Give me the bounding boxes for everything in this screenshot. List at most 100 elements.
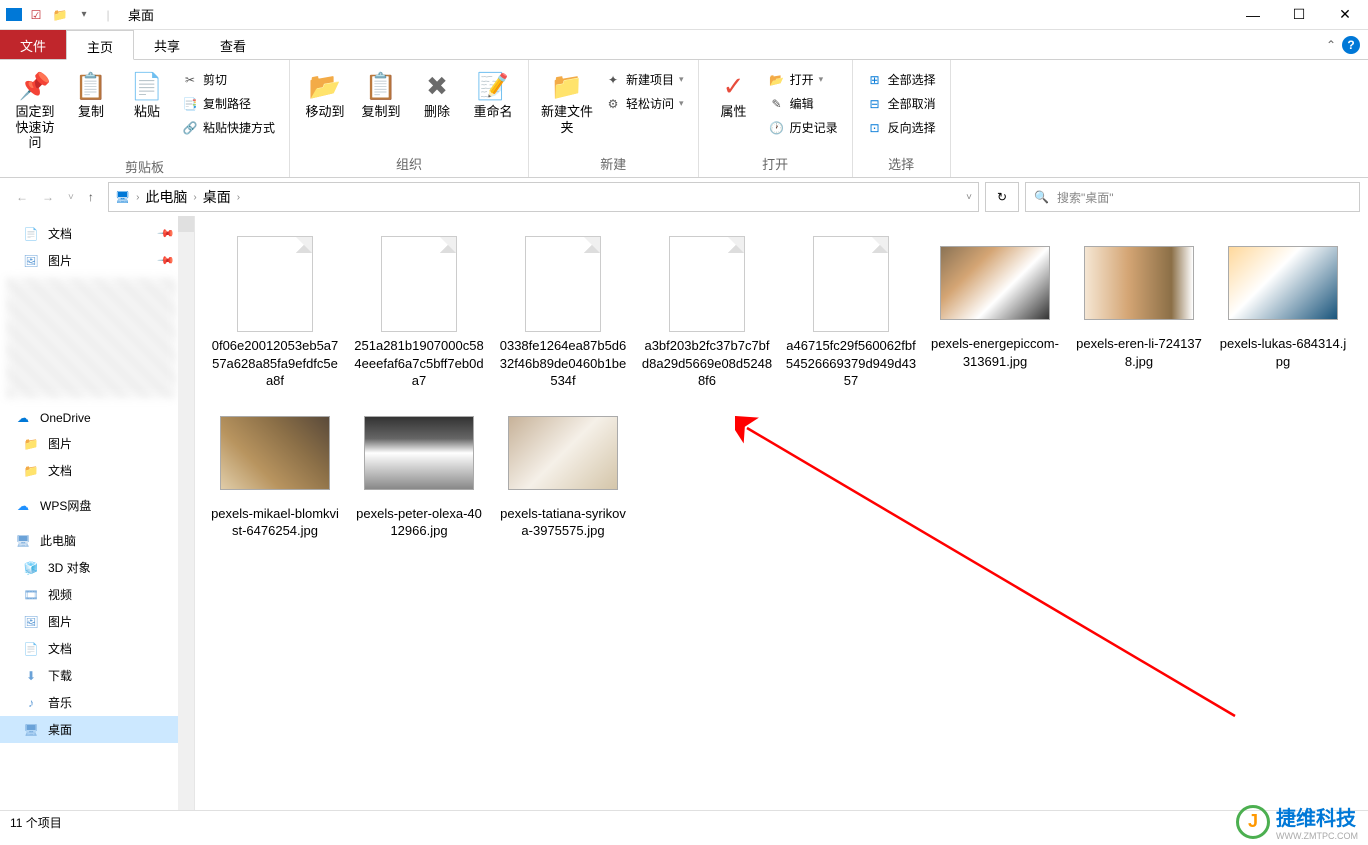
search-input[interactable]: 🔍 搜索"桌面" bbox=[1025, 182, 1360, 212]
file-image-thumbnail bbox=[940, 246, 1050, 320]
sidebar-item-desktop[interactable]: 🖥桌面 bbox=[0, 716, 179, 743]
sidebar-scrollbar[interactable] bbox=[178, 216, 194, 810]
crumb-thispc[interactable]: 此电脑 bbox=[145, 187, 187, 207]
file-item[interactable]: pexels-energepiccom-313691.jpg bbox=[925, 230, 1065, 396]
sidebar-item-documents[interactable]: 📄文档📌 bbox=[0, 220, 179, 247]
close-button[interactable]: ✕ bbox=[1322, 0, 1368, 30]
watermark-logo: J bbox=[1236, 805, 1270, 839]
file-image-thumbnail bbox=[364, 416, 474, 490]
rename-button[interactable]: 📝重命名 bbox=[466, 64, 520, 124]
sidebar-item-pictures[interactable]: 🖼图片📌 bbox=[0, 247, 179, 274]
minimize-button[interactable]: — bbox=[1230, 0, 1276, 30]
pin-quickaccess-button[interactable]: 📌 固定到快速访问 bbox=[8, 64, 62, 155]
edit-button[interactable]: ✎编辑 bbox=[763, 92, 844, 115]
delete-button[interactable]: ✖删除 bbox=[410, 64, 464, 124]
chevron-right-icon[interactable]: › bbox=[136, 192, 139, 203]
chevron-right-icon[interactable]: › bbox=[193, 192, 196, 203]
newfolder-button[interactable]: 📁新建文件夹 bbox=[537, 64, 597, 139]
tab-view[interactable]: 查看 bbox=[200, 30, 266, 59]
newitem-icon: ✦ bbox=[605, 73, 621, 87]
back-button[interactable]: ← bbox=[16, 190, 28, 204]
app-icon bbox=[6, 8, 22, 21]
window-controls: — ☐ ✕ bbox=[1230, 0, 1368, 30]
file-item[interactable]: pexels-lukas-684314.jpg bbox=[1213, 230, 1353, 396]
help-icon[interactable]: ? bbox=[1342, 36, 1360, 54]
sidebar-item-thispc[interactable]: 🖥此电脑 bbox=[0, 527, 179, 554]
search-icon: 🔍 bbox=[1034, 190, 1049, 204]
copy-button[interactable]: 📋 复制 bbox=[64, 64, 118, 124]
tab-home[interactable]: 主页 bbox=[66, 30, 134, 60]
maximize-button[interactable]: ☐ bbox=[1276, 0, 1322, 30]
sidebar-item-documents2[interactable]: 📄文档 bbox=[0, 635, 179, 662]
sidebar-item-od-pictures[interactable]: 📁图片 bbox=[0, 430, 179, 457]
download-icon: ⬇ bbox=[22, 669, 40, 683]
qa-check-icon[interactable]: ☑ bbox=[26, 5, 46, 25]
properties-button[interactable]: ✓属性 bbox=[707, 64, 761, 124]
file-doc-icon bbox=[381, 236, 457, 332]
up-button[interactable]: ↑ bbox=[88, 190, 94, 204]
sidebar-item-onedrive[interactable]: ☁OneDrive bbox=[0, 406, 179, 430]
forward-button[interactable]: → bbox=[42, 190, 54, 204]
file-item[interactable]: a46715fc29f560062fbf54526669379d949d4357 bbox=[781, 230, 921, 396]
file-name-label: pexels-mikael-blomkvist-6476254.jpg bbox=[209, 505, 341, 540]
selectnone-icon: ⊟ bbox=[867, 97, 883, 111]
copyto-icon: 📋 bbox=[365, 68, 397, 104]
copypath-button[interactable]: 📑复制路径 bbox=[176, 92, 281, 115]
address-input[interactable]: 🖥 › 此电脑 › 桌面 › ˅ bbox=[108, 182, 979, 212]
sidebar-item-music[interactable]: ♪音乐 bbox=[0, 689, 179, 716]
file-item[interactable]: a3bf203b2fc37b7c7bfd8a29d5669e08d52488f6 bbox=[637, 230, 777, 396]
tab-share[interactable]: 共享 bbox=[134, 30, 200, 59]
sidebar-item-3d[interactable]: 🧊3D 对象 bbox=[0, 554, 179, 581]
moveto-icon: 📂 bbox=[309, 68, 341, 104]
pin-icon: 📌 bbox=[19, 68, 51, 104]
file-item[interactable]: 0f06e20012053eb5a757a628a85fa9efdfc5ea8f bbox=[205, 230, 345, 396]
file-item[interactable]: pexels-tatiana-syrikova-3975575.jpg bbox=[493, 400, 633, 546]
file-item[interactable]: pexels-eren-li-7241378.jpg bbox=[1069, 230, 1209, 396]
selectnone-button[interactable]: ⊟全部取消 bbox=[861, 92, 942, 115]
file-name-label: pexels-eren-li-7241378.jpg bbox=[1073, 335, 1205, 370]
recent-dropdown[interactable]: ˅ bbox=[68, 192, 74, 203]
file-item[interactable]: 251a281b1907000c584eeefaf6a7c5bff7eb0da7 bbox=[349, 230, 489, 396]
file-doc-icon bbox=[813, 236, 889, 332]
addr-dropdown-icon[interactable]: ˅ bbox=[966, 192, 972, 203]
paste-shortcut-button[interactable]: 🔗粘贴快捷方式 bbox=[176, 116, 281, 139]
moveto-button[interactable]: 📂移动到 bbox=[298, 64, 352, 124]
refresh-button[interactable]: ↻ bbox=[985, 182, 1019, 212]
folder-icon: 📁 bbox=[22, 437, 40, 451]
chevron-right-icon[interactable]: › bbox=[237, 192, 240, 203]
file-list-area[interactable]: 0f06e20012053eb5a757a628a85fa9efdfc5ea8f… bbox=[195, 216, 1368, 810]
file-item[interactable]: 0338fe1264ea87b5d632f46b89de0460b1be534f bbox=[493, 230, 633, 396]
file-name-label: a46715fc29f560062fbf54526669379d949d4357 bbox=[785, 337, 917, 390]
easyaccess-button[interactable]: ⚙轻松访问▾ bbox=[599, 92, 690, 115]
paste-button[interactable]: 📄 粘贴 bbox=[120, 64, 174, 124]
file-item[interactable]: pexels-mikael-blomkvist-6476254.jpg bbox=[205, 400, 345, 546]
document-icon: 📄 bbox=[22, 642, 40, 656]
sidebar-item-pictures2[interactable]: 🖼图片 bbox=[0, 608, 179, 635]
collapse-ribbon-icon[interactable]: ⌃ bbox=[1326, 38, 1336, 52]
qa-dropdown-icon[interactable]: ▾ bbox=[74, 5, 94, 25]
newitem-button[interactable]: ✦新建项目▾ bbox=[599, 68, 690, 91]
navigation-pane: 📄文档📌 🖼图片📌 ☁OneDrive 📁图片 📁文档 ☁WPS网盘 🖥此电脑 … bbox=[0, 216, 195, 810]
sidebar-item-wps[interactable]: ☁WPS网盘 bbox=[0, 492, 179, 519]
selectall-button[interactable]: ⊞全部选择 bbox=[861, 68, 942, 91]
history-button[interactable]: 🕐历史记录 bbox=[763, 116, 844, 139]
item-count: 11 个项目 bbox=[10, 814, 62, 831]
sidebar-item-downloads[interactable]: ⬇下载 bbox=[0, 662, 179, 689]
file-doc-icon bbox=[237, 236, 313, 332]
open-button[interactable]: 📂打开▾ bbox=[763, 68, 844, 91]
ribbon: 📌 固定到快速访问 📋 复制 📄 粘贴 ✂剪切 📑复制路径 🔗粘贴快捷方式 剪贴… bbox=[0, 60, 1368, 178]
file-name-label: 251a281b1907000c584eeefaf6a7c5bff7eb0da7 bbox=[353, 337, 485, 390]
invert-button[interactable]: ⊡反向选择 bbox=[861, 116, 942, 139]
sidebar-item-od-documents[interactable]: 📁文档 bbox=[0, 457, 179, 484]
crumb-desktop[interactable]: 桌面 bbox=[203, 187, 231, 207]
sidebar-item-videos[interactable]: 🎞视频 bbox=[0, 581, 179, 608]
file-item[interactable]: pexels-peter-olexa-4012966.jpg bbox=[349, 400, 489, 546]
file-name-label: 0f06e20012053eb5a757a628a85fa9efdfc5ea8f bbox=[209, 337, 341, 390]
copyto-button[interactable]: 📋复制到 bbox=[354, 64, 408, 124]
music-icon: ♪ bbox=[22, 696, 40, 710]
properties-icon: ✓ bbox=[723, 68, 745, 104]
title-bar: ☑ 📁 ▾ | 桌面 — ☐ ✕ bbox=[0, 0, 1368, 30]
tab-file[interactable]: 文件 bbox=[0, 30, 66, 59]
cut-button[interactable]: ✂剪切 bbox=[176, 68, 281, 91]
folder-icon: 📁 bbox=[50, 5, 70, 25]
